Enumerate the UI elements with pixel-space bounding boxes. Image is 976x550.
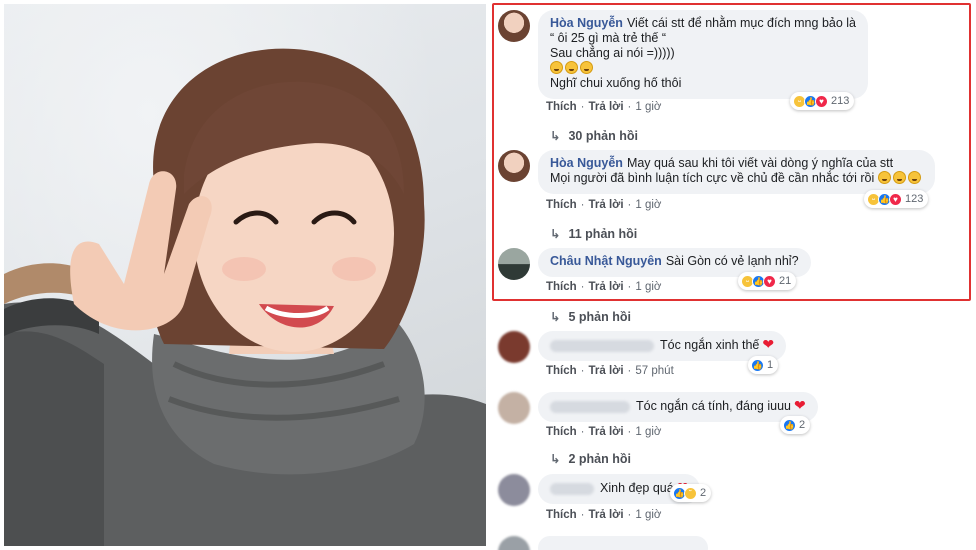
comment-bubble: Hòa Nguyễn Viết cái stt để nhằm mục đích … [538, 10, 868, 99]
comment-time[interactable]: 1 giờ [635, 199, 661, 211]
emoji-row [550, 61, 856, 76]
heart-emoji-icon: ❤ [793, 397, 806, 413]
reply-link[interactable]: Trả lời [589, 509, 624, 521]
comment-text: Xinh đẹp quá [600, 481, 674, 495]
comment-actions: Thích · Trả lời · 1 giờ [546, 101, 662, 113]
comment-5: Tóc ngắn cá tính, đáng iuuu ❤ [498, 392, 818, 424]
comment-text: May quá sau khi tôi viết vài dòng ý nghĩ… [626, 156, 894, 170]
avatar[interactable] [498, 10, 530, 42]
reply-link[interactable]: Trả lời [589, 365, 624, 377]
love-reaction-icon: ♥ [815, 94, 828, 108]
comment-text: Sài Gòn có vẻ lạnh nhỉ? [665, 254, 799, 268]
comment-bubble: Tóc ngắn cá tính, đáng iuuu ❤ [538, 392, 818, 422]
reaction-count: 2 [700, 487, 707, 499]
like-link[interactable]: Thích [546, 365, 577, 377]
like-link[interactable]: Thích [546, 426, 577, 438]
view-replies-link[interactable]: ↳ 2 phản hồi [550, 451, 631, 466]
avatar[interactable] [498, 474, 530, 506]
reply-arrow-icon: ↳ [550, 452, 561, 466]
comment-bubble: Hòa Nguyễn May quá sau khi tôi viết vài d… [538, 150, 935, 194]
comment-author[interactable]: Châu Nhật Nguyên [550, 254, 662, 268]
reaction-count: 213 [831, 95, 850, 107]
love-reaction-icon: ♥ [889, 192, 902, 206]
sad-reaction-icon: ˘ [684, 486, 697, 500]
laughing-emoji-icon [565, 61, 578, 74]
comment-text: Nghĩ chui xuống hố thôi [550, 76, 682, 90]
comment-time[interactable]: 1 giờ [635, 281, 661, 293]
reply-arrow-icon: ↳ [550, 227, 561, 241]
comment-actions: Thích · Trả lời · 1 giờ [546, 281, 662, 293]
replies-count: 5 phản hồi [568, 310, 631, 324]
reply-link[interactable]: Trả lời [589, 199, 624, 211]
selfie-illustration [4, 48, 486, 546]
view-replies-link[interactable]: ↳ 11 phản hồi [550, 226, 637, 241]
laughing-emoji-icon [892, 171, 906, 184]
reply-link[interactable]: Trả lời [589, 101, 624, 113]
avatar[interactable] [498, 392, 530, 424]
reaction-summary[interactable]: 👍 1 [748, 356, 779, 374]
love-reaction-icon: ♥ [763, 274, 776, 288]
like-link[interactable]: Thích [546, 281, 577, 293]
comment-time[interactable]: 1 giờ [635, 426, 661, 438]
comment-author[interactable]: Hòa Nguyễn [550, 156, 623, 170]
avatar[interactable] [498, 536, 530, 550]
avatar[interactable] [498, 248, 530, 280]
comment-actions: Thích · Trả lời · 57 phút [546, 365, 674, 377]
replies-count: 2 phản hồi [568, 452, 631, 466]
view-replies-link[interactable]: ↳ 5 phản hồi [550, 309, 631, 324]
like-reaction-icon: 👍 [783, 418, 796, 432]
reaction-count: 2 [799, 419, 806, 431]
comment-time[interactable]: 1 giờ [635, 101, 661, 113]
heart-emoji-icon: ❤ [762, 336, 775, 352]
comment-actions: Thích · Trả lời · 1 giờ [546, 509, 662, 521]
comment-1: Hòa Nguyễn Viết cái stt để nhằm mục đích … [498, 10, 868, 99]
comment-text: Tóc ngắn cá tính, đáng iuuu [636, 399, 791, 413]
comment-time[interactable]: 1 giờ [635, 509, 661, 521]
blurred-author-name [550, 339, 654, 352]
comments-panel: Hòa Nguyễn Viết cái stt để nhằm mục đích … [490, 0, 976, 550]
reaction-count: 1 [767, 359, 774, 371]
avatar[interactable] [498, 331, 530, 363]
reply-arrow-icon: ↳ [550, 129, 561, 143]
blurred-author-name [550, 482, 594, 495]
comment-text: Viết cái stt để nhằm mục đích mng bảo là [626, 16, 856, 30]
laughing-emoji-icon [580, 61, 593, 74]
laughing-emoji-icon [550, 61, 563, 74]
comment-time[interactable]: 57 phút [635, 365, 673, 377]
comment-4: Tóc ngắn xinh thế ❤ [498, 331, 787, 363]
like-link[interactable]: Thích [546, 101, 577, 113]
replies-count: 11 phản hồi [568, 227, 638, 241]
reply-link[interactable]: Trả lời [589, 426, 624, 438]
comment-text: Sau chẳng ai nói =))))) [550, 46, 675, 60]
comment-author[interactable]: Hòa Nguyễn [550, 16, 623, 30]
view-replies-link[interactable]: ↳ 30 phản hồi [550, 128, 638, 143]
comment-bubble: Tóc ngắn xinh thế ❤ [538, 331, 787, 361]
laughing-emoji-icon [877, 171, 891, 184]
comment-text: “ ôi 25 gì mà trẻ thế “ [550, 31, 667, 45]
replies-count: 30 phản hồi [568, 129, 638, 143]
reaction-summary[interactable]: ᵕ 👍 ♥ 123 [864, 190, 929, 208]
reaction-summary[interactable]: 👍 ˘ 2 [670, 484, 712, 502]
reply-arrow-icon: ↳ [550, 310, 561, 324]
reaction-summary[interactable]: ᵕ 👍 ♥ 213 [790, 92, 855, 110]
comment-actions: Thích · Trả lời · 1 giờ [546, 199, 662, 211]
comment-7 [498, 536, 708, 550]
reaction-count: 123 [905, 193, 924, 205]
avatar[interactable] [498, 150, 530, 182]
profile-photo[interactable] [4, 4, 486, 546]
like-reaction-icon: 👍 [751, 358, 764, 372]
blurred-author-name [550, 400, 630, 413]
comment-2: Hòa Nguyễn May quá sau khi tôi viết vài d… [498, 150, 935, 194]
comment-actions: Thích · Trả lời · 1 giờ [546, 426, 662, 438]
reaction-summary[interactable]: 👍 2 [780, 416, 811, 434]
reaction-summary[interactable]: ᵕ 👍 ♥ 21 [738, 272, 797, 290]
reply-link[interactable]: Trả lời [589, 281, 624, 293]
comment-bubble [538, 536, 708, 550]
like-link[interactable]: Thích [546, 199, 577, 211]
comment-text: Tóc ngắn xinh thế [660, 338, 760, 352]
reaction-count: 21 [779, 275, 792, 287]
like-link[interactable]: Thích [546, 509, 577, 521]
comment-text: Mọi người đã bình luận tích cực về chủ đ… [550, 171, 875, 185]
laughing-emoji-icon [907, 171, 921, 184]
